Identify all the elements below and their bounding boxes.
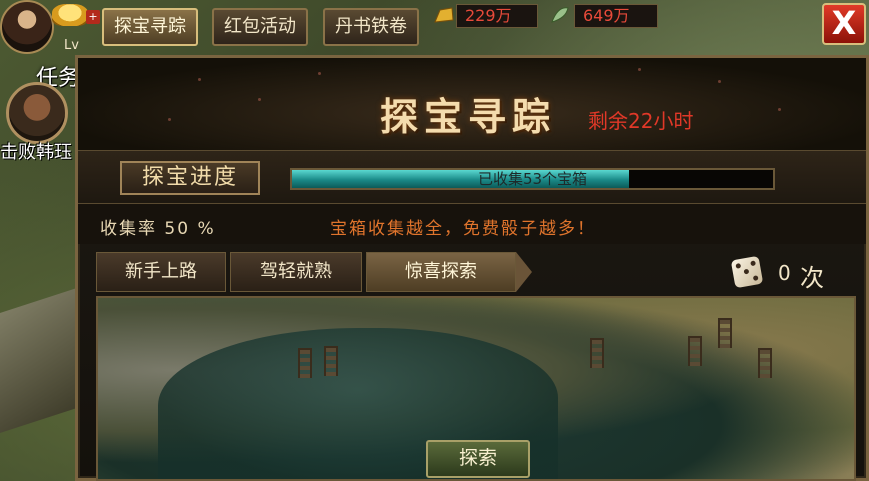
gold-ingot-icon [52, 4, 88, 26]
close-button[interactable]: X [822, 3, 866, 45]
tab-red-packet[interactable]: 红包活动 [212, 8, 308, 46]
info-row: 收集率 50 % 宝箱收集越全，免费骰子越多！ [78, 204, 866, 244]
watchtower [718, 318, 732, 348]
collection-rate: 收集率 50 % [100, 219, 216, 239]
leaf-icon [548, 4, 572, 26]
player-level: Lv [64, 38, 79, 53]
player-avatar[interactable] [0, 0, 54, 54]
watchtower [324, 346, 338, 376]
dice-count: 0 [778, 261, 791, 285]
progress-bar: 已收集53个宝箱 [290, 168, 775, 190]
leaf-amount: 649万 [574, 4, 658, 28]
watchtower [590, 338, 604, 368]
dice-icon [730, 255, 764, 289]
progress-row: 探宝进度 已收集53个宝箱 [78, 150, 866, 204]
gold-amount: 229万 [456, 4, 538, 28]
progress-text: 已收集53个宝箱 [477, 170, 588, 188]
sub-tab-skilled[interactable]: 驾轻就熟 [230, 252, 362, 292]
dice-unit: 次 [800, 264, 824, 292]
tab-treasure-hunt[interactable]: 探宝寻踪 [102, 8, 198, 46]
tab-iron-scroll[interactable]: 丹书铁卷 [323, 8, 419, 46]
collection-hint: 宝箱收集越全，免费骰子越多！ [330, 219, 596, 239]
sub-tab-arrow [516, 252, 532, 292]
watchtower [298, 348, 312, 378]
panel-header: 探宝寻踪 剩余22小时 [78, 58, 866, 150]
watchtower [758, 348, 772, 378]
plus-icon[interactable]: + [86, 10, 100, 24]
panel-title: 探宝寻踪 [380, 94, 557, 139]
explore-button[interactable]: 探索 [426, 440, 530, 478]
gold-ingot-icon [432, 4, 456, 26]
quest-text[interactable]: 击败韩珏 [0, 138, 72, 164]
treasure-hunt-panel: 探宝寻踪 剩余22小时 探宝进度 已收集53个宝箱 收集率 50 % 宝箱收集越… [75, 55, 869, 481]
progress-label: 探宝进度 [120, 161, 260, 195]
remaining-time: 剩余22小时 [588, 109, 694, 133]
quest-avatar[interactable] [6, 82, 68, 144]
sub-tab-surprise[interactable]: 惊喜探索 [366, 252, 516, 292]
sub-tab-beginner[interactable]: 新手上路 [96, 252, 226, 292]
watchtower [688, 336, 702, 366]
